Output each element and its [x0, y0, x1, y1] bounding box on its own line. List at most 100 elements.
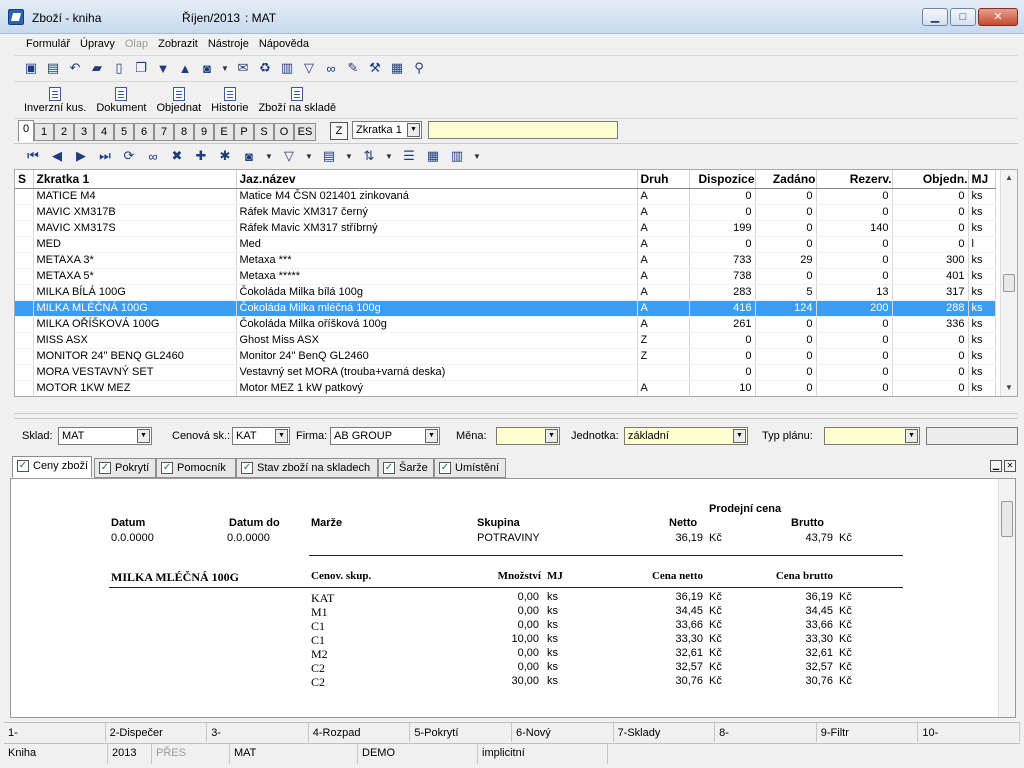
dropdown-arrow-icon[interactable]: ▼	[304, 147, 314, 165]
sort-az-icon[interactable]: ⇅	[360, 147, 378, 165]
column-header-entered[interactable]: Zadáno	[755, 170, 817, 189]
table-cell[interactable]: Med	[236, 236, 638, 253]
tab-location[interactable]: ✓ Umístění	[434, 458, 506, 478]
tree-icon[interactable]: ☰	[400, 147, 418, 165]
table-cell[interactable]: Z	[637, 332, 690, 349]
tab-5[interactable]: 5	[114, 123, 134, 141]
unit-select[interactable]: základní ▼	[624, 427, 748, 445]
chevron-down-icon[interactable]: ▼	[733, 429, 746, 443]
tab-e[interactable]: E	[214, 123, 234, 141]
chevron-down-icon[interactable]: ▼	[905, 429, 918, 443]
export-excel-icon[interactable]: ▦	[424, 147, 442, 165]
table-cell[interactable]: 336	[892, 316, 969, 333]
fkey-3[interactable]: 3-	[207, 723, 309, 742]
table-cell[interactable]: A	[637, 380, 690, 396]
table-cell[interactable]: A	[637, 268, 690, 285]
tab-helper[interactable]: ✓ Pomocník	[156, 458, 236, 478]
quick-search-input[interactable]	[428, 121, 618, 139]
table-cell[interactable]: Z	[637, 348, 690, 365]
arrow-up-icon[interactable]: ▲	[176, 59, 194, 77]
dropdown-arrow-icon[interactable]: ▼	[264, 147, 274, 165]
document-button[interactable]: Dokument	[96, 87, 147, 114]
table-cell[interactable]: 0	[689, 348, 756, 365]
table-cell[interactable]: 5	[755, 284, 817, 301]
menu-nastroje[interactable]: Nástroje	[208, 38, 249, 50]
tab-batches[interactable]: ✓ Šarže	[378, 458, 434, 478]
table-cell[interactable]: Čokoláda Milka bílá 100g	[236, 284, 638, 301]
table-cell[interactable]: ks	[968, 284, 996, 301]
remove-icon[interactable]: ✖	[168, 147, 186, 165]
column-header-ordered[interactable]: Objedn.	[892, 170, 969, 189]
document-filter-icon[interactable]: ▦	[388, 59, 406, 77]
fkey-4[interactable]: 4-Rozpad	[309, 723, 411, 742]
tab-2[interactable]: 2	[54, 123, 74, 141]
fkey-1[interactable]: 1-	[4, 723, 106, 742]
table-cell[interactable]	[15, 220, 34, 237]
table-cell[interactable]: MISS ASX	[33, 332, 237, 349]
table-cell[interactable]: 261	[689, 316, 756, 333]
chevron-down-icon[interactable]: ▼	[407, 123, 420, 137]
order-button[interactable]: Objednat	[157, 87, 201, 114]
table-row[interactable]: MILKA MLÉČNÁ 100G Čokoláda Milka mléčná 1…	[15, 300, 996, 317]
table-cell[interactable]: 0	[689, 236, 756, 253]
table-cell[interactable]: 0	[689, 332, 756, 349]
table-cell[interactable]: 0	[816, 204, 893, 221]
table-cell[interactable]: 0	[816, 268, 893, 285]
table-cell[interactable]: 0	[892, 236, 969, 253]
table-cell[interactable]: 0	[755, 236, 817, 253]
plan-type-select[interactable]: ▼	[824, 427, 920, 445]
dropdown-arrow-icon[interactable]: ▼	[220, 59, 230, 77]
table-cell[interactable]	[15, 188, 34, 205]
table-cell[interactable]: A	[637, 204, 690, 221]
checkbox-checked-icon[interactable]: ✓	[99, 462, 111, 474]
first-record-icon[interactable]: ⏮	[24, 147, 42, 165]
table-cell[interactable]: 416	[689, 300, 756, 317]
table-cell[interactable]: 0	[816, 252, 893, 269]
table-cell[interactable]: Ghost Miss ASX	[236, 332, 638, 349]
fkey-2[interactable]: 2-Dispečer	[106, 723, 208, 742]
table-cell[interactable]: 0	[816, 332, 893, 349]
scroll-down-icon[interactable]: ▼	[1001, 380, 1017, 396]
shortcut-select[interactable]: Zkratka 1 ▼	[352, 121, 422, 139]
table-cell[interactable]: 0	[755, 220, 817, 237]
table-cell[interactable]	[15, 204, 34, 221]
table-cell[interactable]: ks	[968, 188, 996, 205]
table-cell[interactable]: 0	[892, 364, 969, 381]
open-folder-icon[interactable]: ▰	[88, 59, 106, 77]
table-cell[interactable]: Čokoláda Milka oříšková 100g	[236, 316, 638, 333]
table-cell[interactable]	[15, 268, 34, 285]
table-cell[interactable]: METAXA 5*	[33, 268, 237, 285]
last-record-icon[interactable]: ⏭	[96, 147, 114, 165]
table-cell[interactable]: MILKA OŘÍŠKOVÁ 100G	[33, 316, 237, 333]
table-cell[interactable]: MATICE M4	[33, 188, 237, 205]
table-cell[interactable]: Čokoláda Milka mléčná 100g	[236, 300, 638, 317]
table-cell[interactable]	[15, 316, 34, 333]
tab-6[interactable]: 6	[134, 123, 154, 141]
table-cell[interactable]: A	[637, 252, 690, 269]
filter-icon[interactable]: ▽	[300, 59, 318, 77]
table-cell[interactable]	[15, 348, 34, 365]
table-cell[interactable]: A	[637, 300, 690, 317]
menu-upravy[interactable]: Úpravy	[80, 38, 115, 50]
column-header-s[interactable]: S	[15, 170, 34, 189]
table-cell[interactable]: MILKA BÍLÁ 100G	[33, 284, 237, 301]
table-cell[interactable]: 199	[689, 220, 756, 237]
table-cell[interactable]: 200	[816, 300, 893, 317]
tab-1[interactable]: 1	[34, 123, 54, 141]
chevron-down-icon[interactable]: ▼	[545, 429, 558, 443]
table-cell[interactable]: 733	[689, 252, 756, 269]
tab-stock-status[interactable]: ✓ Stav zboží na skladech	[236, 458, 378, 478]
arrow-down-icon[interactable]: ▼	[154, 59, 172, 77]
table-cell[interactable]	[637, 364, 690, 381]
scroll-up-icon[interactable]: ▲	[1001, 170, 1017, 186]
menu-napoveda[interactable]: Nápověda	[259, 38, 309, 50]
maximize-button[interactable]: □	[950, 8, 976, 26]
tab-0[interactable]: 0	[18, 120, 34, 142]
table-cell[interactable]: ks	[968, 300, 996, 317]
dropdown-arrow-icon[interactable]: ▼	[472, 147, 482, 165]
table-cell[interactable]: Metaxa *****	[236, 268, 638, 285]
table-cell[interactable]	[15, 364, 34, 381]
table-cell[interactable]: 13	[816, 284, 893, 301]
table-row[interactable]: METAXA 3* Metaxa *** A 733 29 0 300 ks	[15, 252, 996, 269]
table-cell[interactable]: A	[637, 316, 690, 333]
